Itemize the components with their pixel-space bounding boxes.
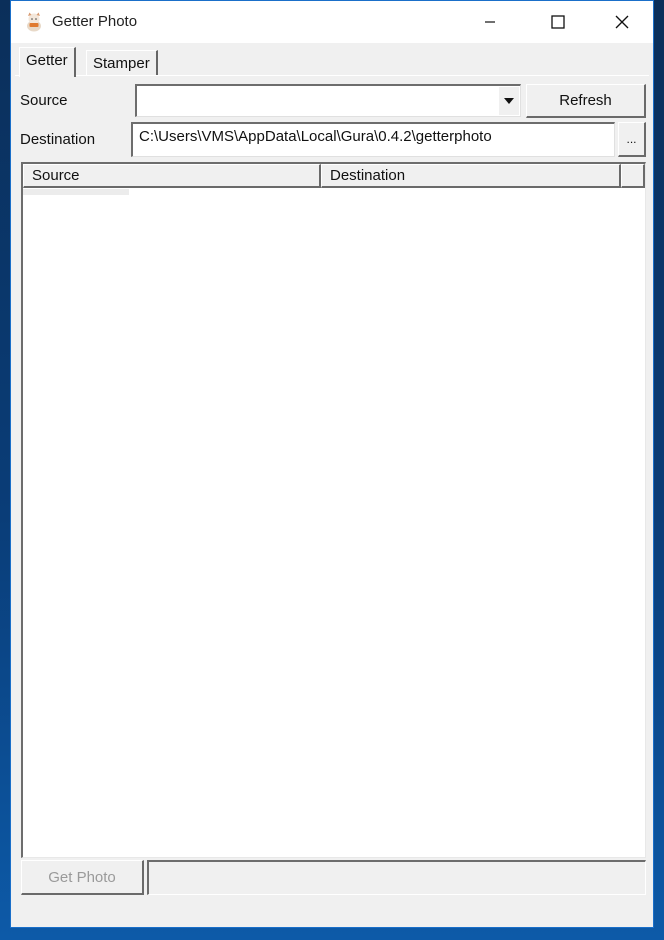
maximize-icon [551,15,565,29]
destination-input[interactable]: C:\Users\VMS\AppData\Local\Gura\0.4.2\ge… [131,122,615,157]
minimize-button[interactable] [467,1,513,43]
get-photo-button[interactable]: Get Photo [21,860,144,895]
getter-panel: Source Refresh Destination C:\Users\VMS\… [15,75,649,923]
tab-getter[interactable]: Getter [19,47,76,77]
tab-stamper[interactable]: Stamper [86,50,158,76]
close-button[interactable] [599,1,645,43]
window-title: Getter Photo [52,13,138,30]
column-header-filler [621,164,645,188]
column-header-source[interactable]: Source [23,164,321,188]
source-label: Source [20,92,68,109]
source-dropdown[interactable] [135,84,521,117]
minimize-icon [485,21,495,23]
app-window: Getter Photo Getter Stamper Source Refre… [10,0,654,928]
status-bar [147,860,646,895]
maximize-button[interactable] [535,1,581,43]
destination-label: Destination [20,131,96,148]
refresh-button[interactable]: Refresh [526,84,646,118]
title-bar[interactable]: Getter Photo [11,1,653,43]
dropdown-arrow-button[interactable] [498,87,519,115]
column-header-destination[interactable]: Destination [321,164,621,188]
empty-row-highlight [23,189,129,195]
tab-strip: Getter Stamper [15,43,653,77]
close-icon [615,15,629,29]
transfer-list[interactable]: Source Destination [21,162,646,858]
browse-button[interactable]: ... [618,122,646,157]
lucky-cat-icon [25,12,43,32]
chevron-down-icon [504,98,514,104]
